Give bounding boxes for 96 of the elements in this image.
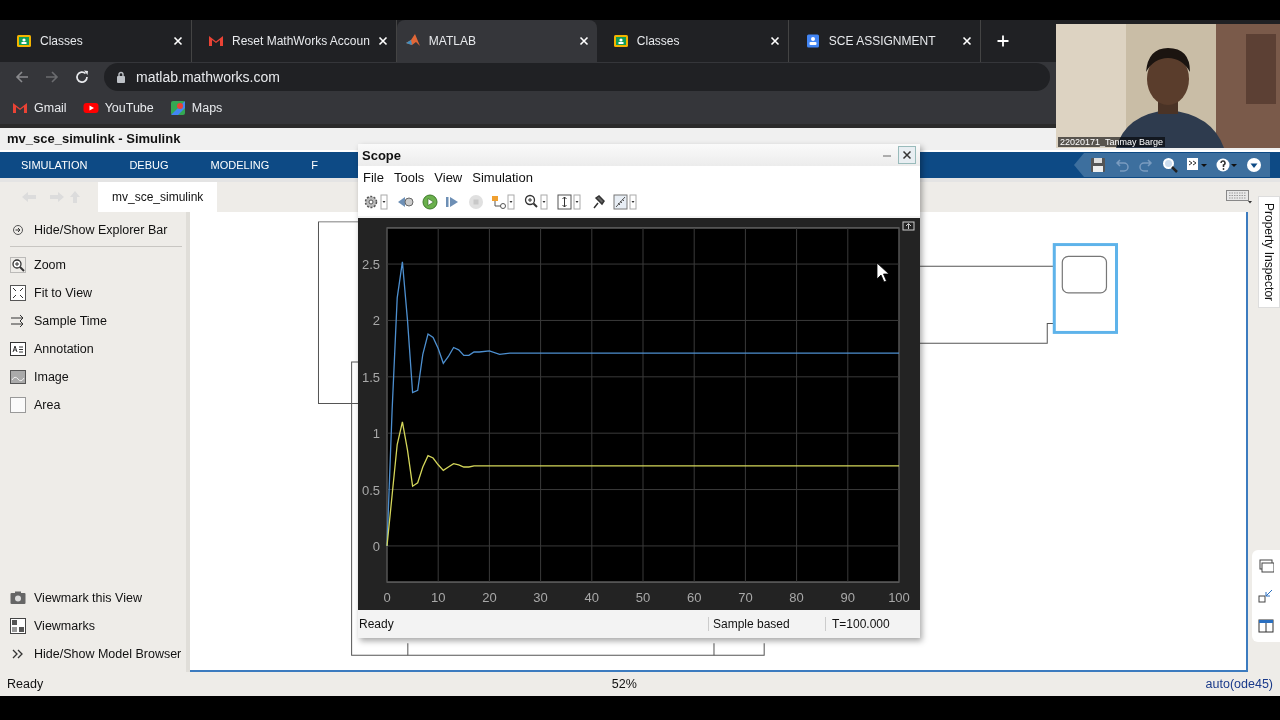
status-field: Sample based (708, 617, 825, 631)
arrows-icon (10, 313, 26, 329)
x-tick-label: 30 (533, 590, 548, 605)
x-tick-label: 80 (789, 590, 804, 605)
zoom-level: 52% (611, 677, 637, 691)
search-icon[interactable] (1162, 157, 1178, 173)
bookmark[interactable]: Gmail (12, 100, 67, 116)
panel-icon[interactable] (1258, 618, 1274, 634)
run-icon[interactable] (422, 194, 438, 210)
x-tick-label: 20 (482, 590, 497, 605)
bookmark[interactable]: YouTube (82, 100, 154, 116)
address-bar[interactable]: matlab.mathworks.com (104, 63, 1050, 91)
collapse-icon[interactable] (1258, 588, 1274, 604)
palette-item[interactable]: Hide/Show Explorer Bar (10, 216, 186, 244)
close-icon[interactable] (377, 36, 388, 46)
palette-item[interactable]: Annotation (10, 335, 186, 363)
undock-icon[interactable] (902, 221, 915, 231)
back-icon[interactable] (14, 69, 30, 85)
image-icon (10, 369, 26, 385)
menu-item[interactable]: Tools (393, 169, 425, 185)
scope-block[interactable] (1052, 243, 1118, 334)
grid-icon (10, 618, 26, 634)
window-title: Scope (362, 147, 401, 163)
palette-item[interactable]: Image (10, 363, 186, 391)
new-tab-icon[interactable] (996, 35, 1009, 47)
browser-tab[interactable]: MATLAB (396, 20, 597, 62)
y-tick-label: 2 (372, 313, 380, 329)
x-tick-label: 50 (635, 590, 651, 605)
y-tick-label: 2.5 (361, 257, 380, 273)
menu-item[interactable]: View (434, 169, 463, 185)
cursor-icon (876, 262, 890, 283)
fit-icon (10, 285, 26, 301)
close-icon[interactable] (173, 36, 183, 46)
y-tick-label: 0.5 (361, 482, 380, 498)
play-icon (82, 100, 99, 116)
ribbon-tab[interactable]: MODELING (189, 159, 291, 171)
save-icon[interactable] (1090, 157, 1106, 173)
camera-icon (10, 590, 26, 606)
dropdown-icon[interactable] (1246, 157, 1262, 173)
settings-icon[interactable] (364, 194, 390, 210)
reload-icon[interactable] (74, 69, 90, 85)
property-inspector-tab[interactable]: Property Inspector (1258, 196, 1280, 309)
solver-link[interactable]: auto(ode45) (1205, 677, 1273, 691)
zoom-icon[interactable] (524, 194, 550, 210)
x-tick-label: 10 (430, 590, 446, 605)
classroom-icon (16, 33, 32, 49)
menu-item[interactable]: File (363, 169, 384, 185)
status-text: Ready (359, 617, 394, 631)
x-tick-label: 100 (888, 590, 910, 605)
x-tick-label: 90 (840, 590, 856, 605)
breadcrumb-tab[interactable]: mv_sce_simulink (98, 182, 218, 212)
palette-item[interactable]: Zoom (10, 251, 186, 279)
x-tick-label: 40 (584, 590, 600, 605)
close-icon[interactable] (769, 36, 780, 46)
ribbon-tab[interactable]: F (290, 159, 339, 171)
y-tick-label: 0 (372, 538, 380, 554)
step-back-icon[interactable] (397, 194, 415, 210)
palette-item[interactable]: Area (10, 391, 186, 419)
classroom-icon (612, 33, 629, 49)
y-tick-label: 1 (372, 426, 380, 442)
zoom-icon (10, 257, 26, 273)
keyboard-icon[interactable] (1226, 190, 1252, 204)
annotation-icon (10, 341, 26, 357)
palette-item[interactable]: Fit to View (10, 279, 186, 307)
mail-icon (12, 100, 28, 116)
y-tick-label: 1.5 (361, 369, 380, 385)
participant-name: 22020171_Tanmay Barge (1058, 137, 1166, 147)
status-text: Ready (7, 677, 44, 691)
autoscale-icon[interactable] (557, 194, 583, 210)
close-button[interactable] (898, 146, 916, 164)
mail-icon (208, 33, 224, 49)
area-icon (10, 397, 26, 413)
close-icon[interactable] (961, 36, 972, 46)
assignment-icon (804, 33, 821, 49)
bookmark[interactable]: Maps (169, 100, 223, 116)
help-icon[interactable] (1216, 157, 1238, 173)
palette-item[interactable]: Hide/Show Model Browser (10, 640, 186, 668)
ruler-icon[interactable] (613, 194, 639, 210)
close-icon (902, 150, 912, 160)
x-tick-label: 70 (738, 590, 753, 605)
close-icon[interactable] (578, 36, 589, 46)
map-pin-icon (169, 100, 186, 116)
palette-item[interactable]: Viewmarks (10, 612, 186, 640)
x-tick-label: 60 (686, 590, 702, 605)
status-field: T=100.000 (825, 617, 916, 631)
stack-icon[interactable] (1258, 558, 1274, 574)
ribbon-tab[interactable]: DEBUG (108, 159, 190, 171)
highlight-icon[interactable] (491, 194, 517, 210)
shortcut-icon[interactable] (1186, 157, 1208, 173)
palette-item[interactable]: Viewmark this View (10, 584, 186, 612)
menu-item[interactable]: Simulation (472, 169, 533, 185)
lock-icon (116, 71, 126, 83)
arrow-circle-icon (10, 222, 26, 238)
ribbon-tab[interactable]: SIMULATION (0, 159, 109, 171)
palette-item[interactable]: Sample Time (10, 307, 186, 335)
x-tick-label: 0 (383, 590, 391, 605)
